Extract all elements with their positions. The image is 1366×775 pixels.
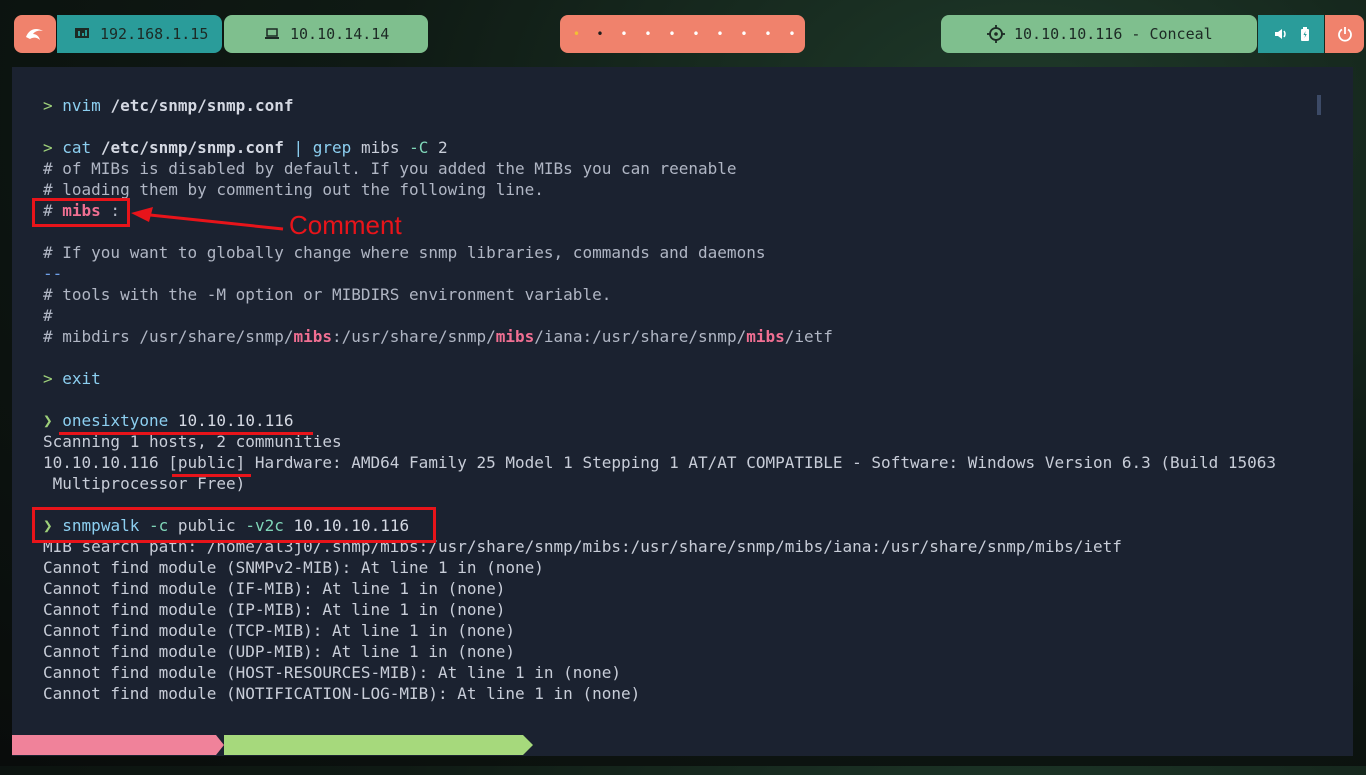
terminal-line: Cannot find module (IP-MIB): At line 1 i… <box>43 600 506 619</box>
workspace-6[interactable]: • <box>684 27 708 41</box>
terminal-line: Cannot find module (HOST-RESOURCES-MIB):… <box>43 663 621 682</box>
terminal-line: # <box>43 306 53 325</box>
annotation-arrow <box>131 207 284 231</box>
terminal-line: 10.10.10.116 [public] Hardware: AMD64 Fa… <box>43 453 1276 472</box>
workspace-2[interactable]: • <box>588 27 612 41</box>
workspace-7[interactable]: • <box>708 27 732 41</box>
terminal-line: # of MIBs is disabled by default. If you… <box>43 159 737 178</box>
workspace-1[interactable]: • <box>565 27 588 41</box>
terminal-line: Cannot find module (NOTIFICATION-LOG-MIB… <box>43 684 641 703</box>
local-ip-text: 192.168.1.15 <box>100 25 209 43</box>
workspaces: • • • • • • • • • • <box>560 15 805 53</box>
workspace-9[interactable]: • <box>756 27 780 41</box>
battery-icon[interactable] <box>1300 27 1309 41</box>
public-underline <box>172 474 251 477</box>
mibs-highlight-box <box>32 198 130 227</box>
tmux-session-tab[interactable]: VPN - root's tasks <box>12 735 224 755</box>
workspace-3[interactable]: • <box>612 27 636 41</box>
workspace-10[interactable]: • <box>780 27 804 41</box>
terminal-line-exit: > exit <box>43 369 101 388</box>
terminal-line: Cannot find module (SNMPv2-MIB): At line… <box>43 558 544 577</box>
workspace-8[interactable]: • <box>732 27 756 41</box>
vpn-ip-pill[interactable]: 10.10.14.14 <box>224 15 428 53</box>
terminal-line: # tools with the -M option or MIBDIRS en… <box>43 285 612 304</box>
target-text: 10.10.10.116 - Conceal <box>1014 25 1213 43</box>
terminal-line-cat: > cat /etc/snmp/snmp.conf | grep mibs -C… <box>43 138 448 157</box>
volume-icon[interactable] <box>1274 28 1288 40</box>
terminal-window[interactable]: > nvim /etc/snmp/snmp.conf > cat /etc/sn… <box>12 67 1353 756</box>
kali-dragon-icon <box>26 29 43 40</box>
system-tray <box>1258 15 1324 53</box>
terminal-line: Cannot find module (IF-MIB): At line 1 i… <box>43 579 506 598</box>
crosshair-icon <box>987 25 1005 43</box>
terminal-line: -- <box>43 264 63 283</box>
power-button[interactable] <box>1325 15 1364 53</box>
terminal-line: Cannot find module (UDP-MIB): At line 1 … <box>43 642 516 661</box>
local-ip-pill[interactable]: 192.168.1.15 <box>57 15 222 53</box>
terminal-line: # If you want to globally change where s… <box>43 243 766 262</box>
scrollbar[interactable] <box>1317 95 1321 115</box>
kali-menu-button[interactable] <box>14 15 56 53</box>
snmpwalk-highlight-box <box>32 507 436 543</box>
tmux-window-tab[interactable]: Reconnaissance - Enumeration <box>224 735 533 755</box>
terminal-line-nvim: > nvim /etc/snmp/snmp.conf <box>43 96 294 115</box>
terminal-line-mibdirs: # mibdirs /usr/share/snmp/mibs:/usr/shar… <box>43 327 833 346</box>
terminal-line-onesixtyone: ❯ onesixtyone 10.10.10.116 <box>43 411 294 430</box>
tmux-window-label: Reconnaissance - Enumeration <box>252 755 522 774</box>
vpn-ip-text: 10.10.14.14 <box>290 25 390 43</box>
monitor-icon <box>75 28 89 38</box>
workspace-5[interactable]: • <box>660 27 684 41</box>
comment-annotation-label: Comment <box>289 210 402 240</box>
power-icon <box>1337 27 1352 42</box>
workspace-4[interactable]: • <box>636 27 660 41</box>
laptop-icon <box>265 28 279 39</box>
target-pill[interactable]: 10.10.10.116 - Conceal <box>941 15 1257 53</box>
terminal-line: Cannot find module (TCP-MIB): At line 1 … <box>43 621 516 640</box>
onesixtyone-underline <box>59 432 313 435</box>
tmux-session-label: VPN - root's tasks <box>41 755 215 774</box>
terminal-line: # loading them by commenting out the fol… <box>43 180 544 199</box>
